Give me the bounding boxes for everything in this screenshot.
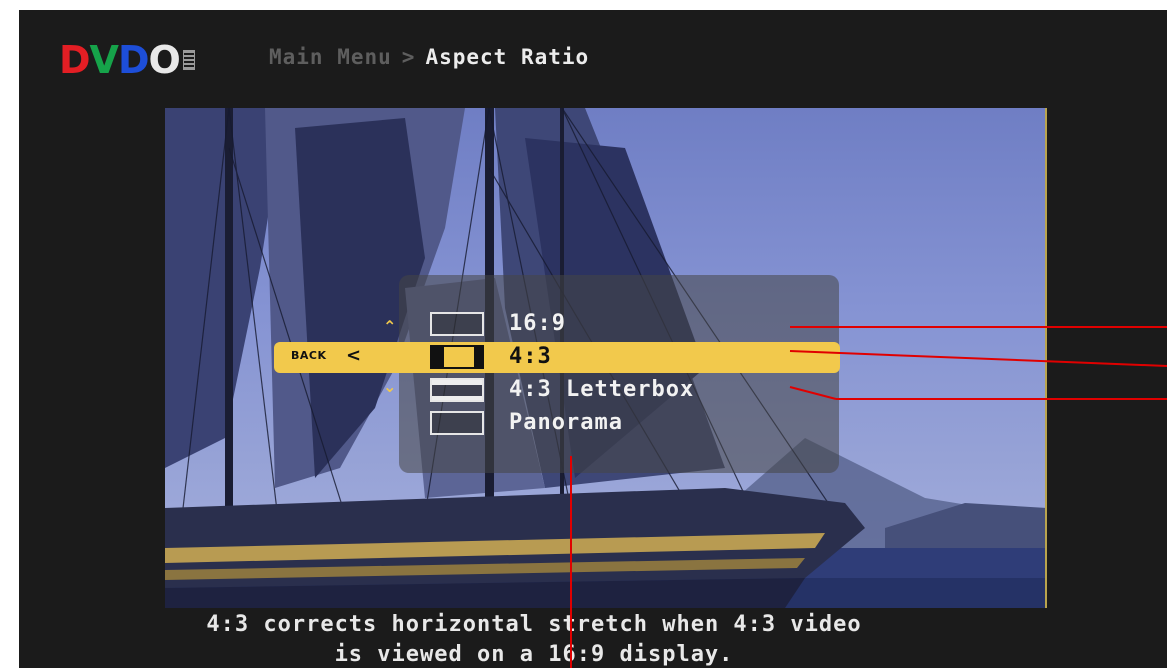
aspect-16-9-icon [430,312,484,336]
breadcrumb-parent[interactable]: Main Menu [269,45,392,69]
description-line-2: is viewed on a 16:9 display. [334,642,734,667]
video-border [1045,108,1047,608]
option-panorama[interactable]: Panorama [509,411,623,435]
breadcrumb: Main Menu > Aspect Ratio [269,45,589,69]
aspect-letterbox-icon [430,378,484,402]
aspect-4-3-icon [430,345,484,369]
aspect-panorama-icon [430,411,484,435]
breadcrumb-separator: > [401,45,416,69]
chevron-down-icon[interactable]: ⌄ [383,379,396,395]
description-line-1: 4:3 corrects horizontal stretch when 4:3… [206,612,862,637]
dvdo-logo: DVDO [59,41,195,79]
option-description: 4:3 corrects horizontal stretch when 4:3… [19,610,1049,668]
back-button-label[interactable]: BACK [291,349,327,362]
hd-badge-icon [182,50,195,70]
option-4-3-letterbox[interactable]: 4:3 Letterbox [509,378,694,402]
menu-panel [399,275,839,473]
breadcrumb-current: Aspect Ratio [425,45,590,69]
option-16-9[interactable]: 16:9 [509,312,566,336]
option-4-3[interactable]: 4:3 [509,345,552,369]
chevron-up-icon[interactable]: ⌃ [383,319,396,335]
osd-screen: DVDO Main Menu > Aspect Ratio BACK < ⌃ ⌄… [19,10,1167,668]
chevron-left-icon[interactable]: < [346,346,361,366]
